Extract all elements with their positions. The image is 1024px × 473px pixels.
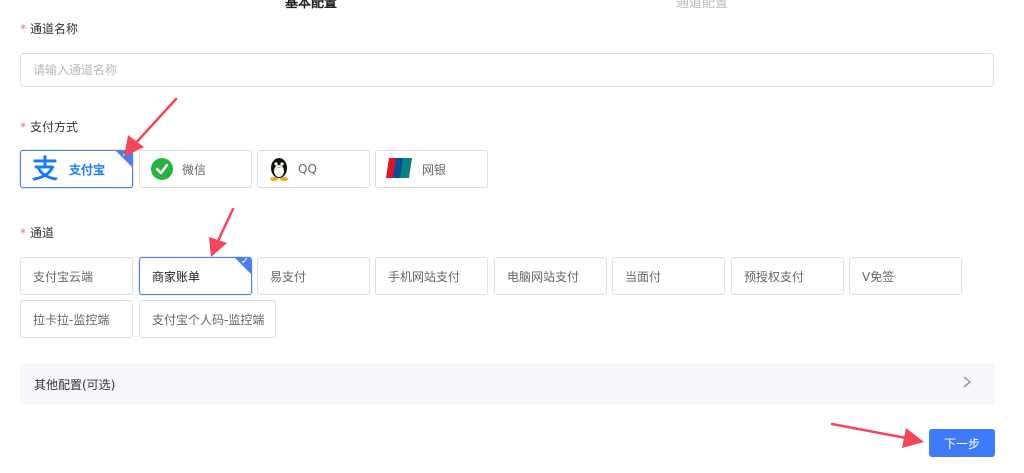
check-icon: ✓ — [240, 257, 249, 267]
channel-option-label: 商家账单 — [152, 269, 201, 284]
channel-name-input[interactable] — [20, 53, 994, 87]
chevron-right-icon — [962, 375, 972, 393]
channel-label: * 通道 — [20, 224, 54, 241]
channel-option-selected[interactable]: 商家账单 ✓ — [139, 257, 252, 295]
payment-method-label-text: 支付方式 — [30, 120, 79, 134]
channel-option-label: V免签 — [862, 269, 895, 284]
channel-option[interactable]: 电脑网站支付 — [494, 257, 607, 295]
payment-option-qq[interactable]: QQ — [257, 150, 370, 188]
channel-option-label: 易支付 — [270, 269, 307, 284]
channel-option-label: 电脑网站支付 — [507, 269, 580, 284]
channel-option[interactable]: V免签 — [849, 257, 962, 295]
channel-option[interactable]: 支付宝个人码-监控端 — [139, 300, 276, 338]
payment-method-label: * 支付方式 — [20, 118, 78, 135]
channel-option[interactable]: 当面付 — [612, 257, 725, 295]
channel-option[interactable]: 手机网站支付 — [375, 257, 488, 295]
channel-option[interactable]: 支付宝云端 — [20, 257, 133, 295]
unionpay-icon — [386, 156, 414, 182]
check-icon: ✓ — [121, 150, 130, 160]
annotation-arrow-icon — [209, 207, 235, 257]
channel-option-label: 当面付 — [625, 269, 662, 284]
qq-penguin-icon — [268, 156, 290, 182]
payment-option-alipay[interactable]: 支 支付宝 ✓ — [20, 150, 133, 188]
payment-option-label: 网银 — [422, 162, 447, 177]
step-channel-config[interactable]: 通道配置 — [676, 0, 728, 11]
alipay-icon: 支 — [31, 155, 61, 183]
payment-option-wechat[interactable]: 微信 — [139, 150, 252, 188]
payment-option-label: 微信 — [182, 162, 207, 177]
channel-option-label: 预授权支付 — [744, 269, 805, 284]
required-mark: * — [20, 22, 26, 36]
channel-name-label-text: 通道名称 — [30, 22, 79, 36]
channel-option-label: 拉卡拉-监控端 — [33, 312, 110, 327]
svg-text:支: 支 — [32, 155, 58, 183]
channel-option[interactable]: 预授权支付 — [731, 257, 844, 295]
next-step-button[interactable]: 下一步 — [929, 429, 995, 457]
channel-option-label: 支付宝云端 — [33, 269, 94, 284]
payment-option-label: 支付宝 — [69, 162, 106, 177]
channel-label-text: 通道 — [30, 226, 55, 240]
channel-name-label: * 通道名称 — [20, 20, 78, 37]
payment-option-unionpay[interactable]: 网银 — [375, 150, 488, 188]
required-mark: * — [20, 226, 26, 240]
other-config-collapse[interactable]: 其他配置(可选) — [20, 363, 994, 405]
payment-option-label: QQ — [298, 162, 317, 176]
channel-option[interactable]: 拉卡拉-监控端 — [20, 300, 133, 338]
step-basic-config[interactable]: 基本配置 — [285, 0, 337, 11]
channel-option[interactable]: 易支付 — [257, 257, 370, 295]
required-mark: * — [20, 120, 26, 134]
channel-option-label: 支付宝个人码-监控端 — [152, 312, 265, 327]
other-config-label: 其他配置(可选) — [34, 377, 116, 392]
wechat-icon — [150, 157, 174, 181]
channel-option-label: 手机网站支付 — [388, 269, 461, 284]
annotation-arrow-icon — [830, 422, 924, 448]
